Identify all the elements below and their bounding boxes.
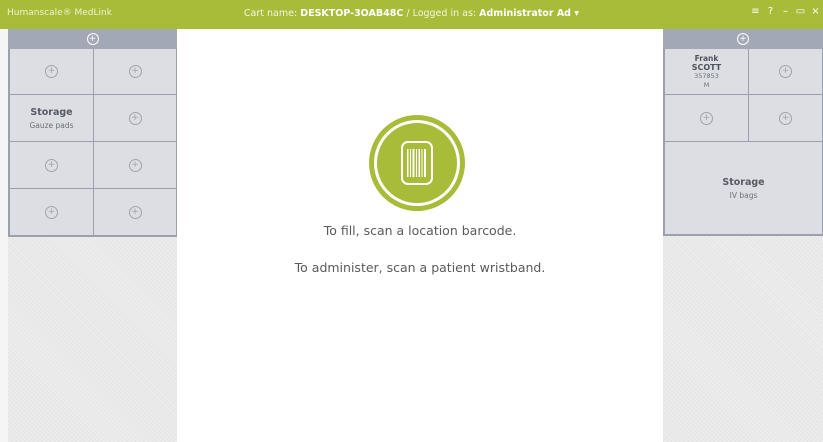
drawer-slot-empty[interactable]: + — [94, 189, 176, 235]
add-circle-icon[interactable]: + — [45, 65, 58, 78]
chevron-down-icon[interactable]: ▾ — [574, 8, 579, 19]
slot-title: Storage — [722, 176, 765, 188]
title-bar: Humanscale® MedLink Cart name: DESKTOP-3… — [0, 0, 823, 29]
user-menu[interactable]: Administrator Ad ▾ — [479, 8, 579, 19]
drawer-slot-empty[interactable]: + — [10, 49, 93, 94]
patient-id: 357853 — [694, 71, 719, 80]
slot-subtitle: IV bags — [729, 190, 758, 200]
logged-in-label: Logged in as: — [412, 8, 477, 19]
right-drawer-grid: Frank SCOTT 357853 M + + + Storage IV ba… — [663, 49, 823, 236]
drawer-slot-storage-iv[interactable]: Storage IV bags — [665, 142, 822, 234]
scan-indicator — [369, 115, 465, 211]
patient-last-name: SCOTT — [691, 62, 722, 72]
barcode-icon — [401, 141, 433, 185]
barcode-lines-icon — [407, 149, 426, 177]
drawer-slot-empty[interactable]: + — [749, 49, 822, 94]
help-icon[interactable]: ? — [763, 6, 778, 17]
add-circle-icon[interactable]: + — [737, 33, 749, 45]
close-icon[interactable]: × — [808, 6, 823, 17]
right-drawer-panel: + Frank SCOTT 357853 M + + + Storage IV … — [663, 29, 823, 442]
administer-instruction: To administer, scan a patient wristband. — [294, 260, 546, 275]
restore-icon[interactable]: ▭ — [793, 6, 808, 17]
add-circle-icon[interactable]: + — [45, 158, 58, 172]
cart-info: Cart name: DESKTOP-3OAB48C / Logged in a… — [0, 8, 823, 19]
right-panel-header[interactable]: + — [663, 29, 823, 49]
drawer-slot-empty[interactable]: + — [94, 49, 176, 94]
window-controls: ≡ ? – ▭ × — [748, 6, 823, 17]
menu-icon[interactable]: ≡ — [748, 6, 763, 17]
slot-title: Storage — [30, 106, 73, 118]
drawer-slot-patient[interactable]: Frank SCOTT 357853 M — [665, 49, 748, 94]
slot-subtitle: Gauze pads — [29, 120, 74, 130]
left-edge — [0, 29, 8, 442]
add-circle-icon[interactable]: + — [128, 65, 142, 78]
add-circle-icon[interactable]: + — [128, 205, 142, 219]
scan-ring-inner — [374, 120, 460, 206]
add-circle-icon[interactable]: + — [700, 111, 713, 125]
drawer-slot-empty[interactable]: + — [94, 142, 176, 188]
patient-sex: M — [703, 80, 710, 89]
left-drawer-grid: + + Storage Gauze pads + + + + + — [8, 49, 177, 237]
separator: / — [406, 8, 410, 19]
cart-label: Cart name: — [243, 8, 298, 19]
drawer-slot-storage-gauze[interactable]: Storage Gauze pads — [10, 95, 93, 141]
drawer-slot-empty[interactable]: + — [10, 142, 93, 188]
drawer-slot-empty[interactable]: + — [94, 95, 176, 141]
drawer-slot-empty[interactable]: + — [749, 95, 822, 141]
minimize-icon[interactable]: – — [778, 6, 793, 17]
add-circle-icon[interactable]: + — [45, 205, 58, 219]
fill-instruction: To fill, scan a location barcode. — [323, 223, 517, 238]
left-drawer-panel: + + + Storage Gauze pads + + + + + — [8, 29, 177, 442]
left-panel-header[interactable]: + — [8, 29, 177, 49]
main-scan-area: To fill, scan a location barcode. To adm… — [177, 29, 663, 442]
cart-name: DESKTOP-3OAB48C — [300, 8, 404, 19]
add-circle-icon[interactable]: + — [86, 33, 99, 45]
drawer-slot-empty[interactable]: + — [10, 189, 93, 235]
add-circle-icon[interactable]: + — [128, 158, 142, 172]
patient-first-name: Frank — [694, 53, 719, 63]
add-circle-icon[interactable]: + — [779, 111, 792, 125]
user-name[interactable]: Administrator Ad — [479, 8, 571, 19]
add-circle-icon[interactable]: + — [128, 111, 142, 125]
add-circle-icon[interactable]: + — [779, 65, 792, 78]
drawer-slot-empty[interactable]: + — [665, 95, 748, 141]
